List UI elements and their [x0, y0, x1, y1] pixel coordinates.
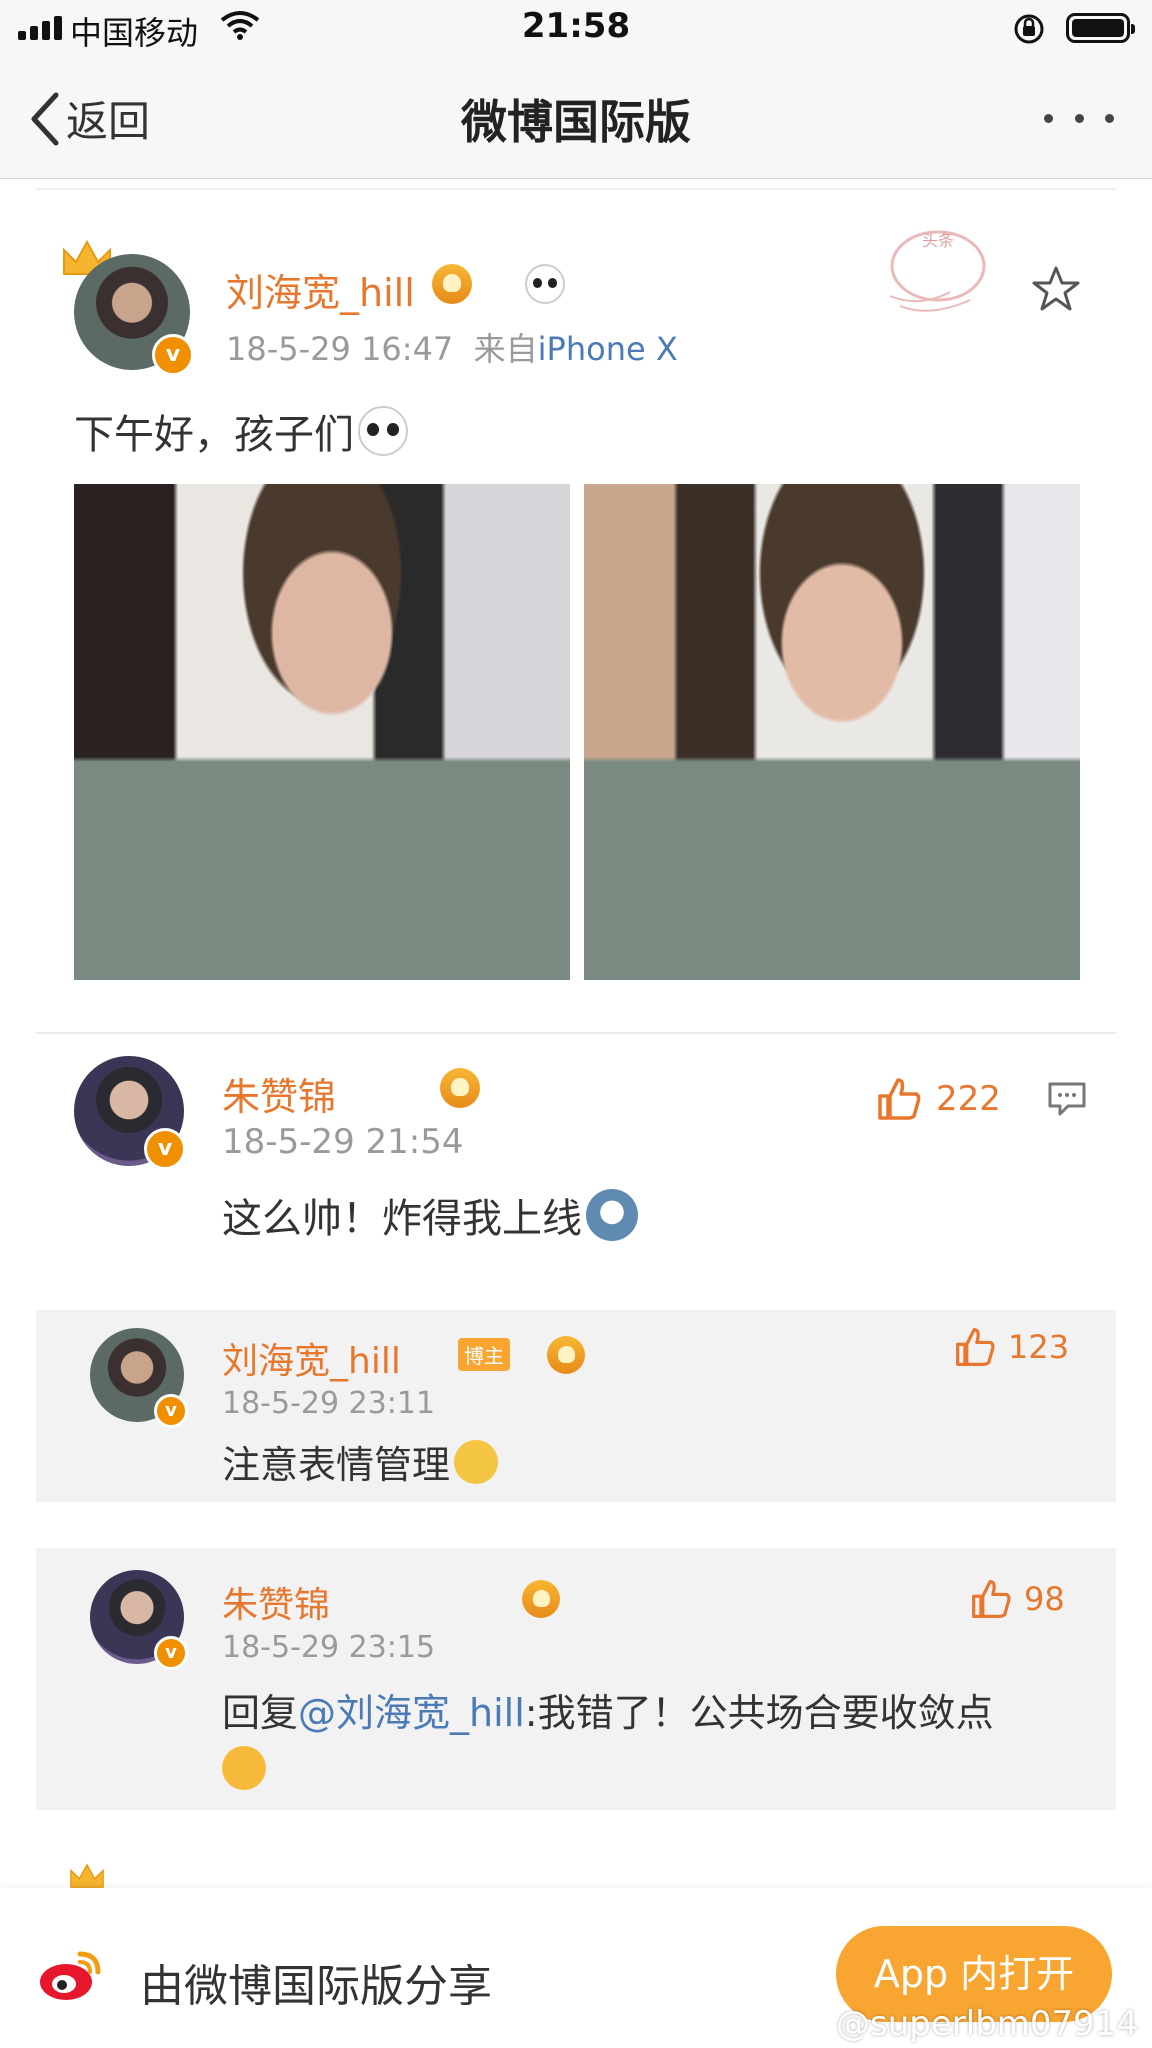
reply-time: 18-5-29 23:15 — [222, 1630, 436, 1665]
dot-icon — [1074, 113, 1084, 123]
post-source-device[interactable]: iPhone X — [538, 330, 678, 368]
watermark: @superlbm07914 — [836, 2004, 1139, 2044]
post-text-row: 下午好，孩子们 — [74, 402, 408, 460]
thumbs-up-icon — [972, 1580, 1011, 1618]
dot-icon — [1044, 113, 1053, 123]
vip-medal-icon — [440, 1068, 481, 1108]
post-author-name[interactable]: 刘海宽_hill — [226, 262, 415, 317]
thumbs-up-icon — [956, 1328, 995, 1366]
rotation-lock-icon — [1012, 12, 1046, 50]
share-text: 由微博国际版分享 — [140, 1961, 492, 2012]
reply-author-name[interactable]: 刘海宽_hill — [222, 1332, 401, 1384]
share-footer: 由微博国际版分享 App 内打开 @superlbm07914 — [0, 1888, 1152, 2048]
sad-emoji-icon — [222, 1746, 266, 1790]
like-count: 222 — [936, 1079, 1001, 1119]
reply-author-name[interactable]: 朱赞锦 — [222, 1576, 330, 1628]
author-badge: 博主 — [458, 1338, 510, 1371]
post-source-prefix: 来自 — [473, 330, 538, 368]
comment-text: 这么帅！炸得我上线 — [222, 1196, 582, 1242]
reply-text: :我错了！公共场合要收敛点 — [524, 1691, 994, 1735]
reply-mention[interactable]: @刘海宽_hill — [298, 1691, 525, 1735]
thumbs-up-icon — [878, 1078, 921, 1120]
divider — [36, 1032, 1116, 1034]
reply-text: 注意表情管理 — [222, 1443, 451, 1487]
comment-like-button[interactable]: 222 — [876, 1076, 1001, 1122]
comment-text-row: 这么帅！炸得我上线 — [222, 1186, 638, 1244]
more-button[interactable] — [1044, 108, 1114, 128]
husky-emoji-icon — [586, 1189, 638, 1241]
post-image-2[interactable] — [584, 484, 1080, 980]
dot-icon — [1105, 113, 1114, 123]
weibo-logo-icon — [36, 1944, 106, 2008]
nav-bar: 返回 微博国际版 — [0, 58, 1152, 179]
clock: 21:58 — [521, 6, 631, 46]
post-image-1[interactable] — [74, 484, 570, 980]
verified-icon: v — [152, 334, 194, 376]
reply-time: 18-5-29 23:11 — [222, 1386, 436, 1421]
reply-like-button[interactable]: 123 — [954, 1326, 1069, 1368]
status-bar: 中国移动 21:58 — [0, 0, 1152, 58]
panda-icon — [358, 406, 408, 456]
post-time: 18-5-29 16:47 — [226, 330, 454, 368]
verified-icon: v — [144, 1128, 186, 1170]
reply-prefix: 回复 — [222, 1691, 299, 1735]
star-icon[interactable] — [1030, 264, 1082, 318]
stamp-text: 头条 — [922, 231, 954, 250]
vip-medal-icon — [432, 264, 472, 304]
reply-like-button[interactable]: 98 — [970, 1578, 1065, 1620]
page-title: 微博国际版 — [461, 95, 691, 149]
verified-icon: v — [154, 1394, 188, 1428]
comment-time: 18-5-29 21:54 — [222, 1122, 464, 1162]
scared-emoji-icon — [454, 1439, 499, 1484]
divider — [36, 188, 1116, 190]
like-count: 123 — [1008, 1328, 1070, 1366]
panda-icon — [525, 264, 566, 304]
post-meta: 18-5-29 16:47 来自iPhone X — [226, 324, 678, 370]
verified-icon: v — [154, 1636, 188, 1670]
comment-author-name[interactable]: 朱赞锦 — [222, 1066, 336, 1121]
like-count: 98 — [1024, 1580, 1065, 1618]
headline-stamp: 头条 — [880, 226, 996, 322]
battery-icon — [1066, 13, 1135, 43]
reply-text-row: 回复@刘海宽_hill:我错了！公共场合要收敛点 — [222, 1684, 1082, 1806]
reply-comment-icon[interactable] — [1046, 1078, 1088, 1124]
reply-text-row: 注意表情管理 — [222, 1434, 499, 1489]
post-text: 下午好，孩子们 — [74, 412, 354, 458]
